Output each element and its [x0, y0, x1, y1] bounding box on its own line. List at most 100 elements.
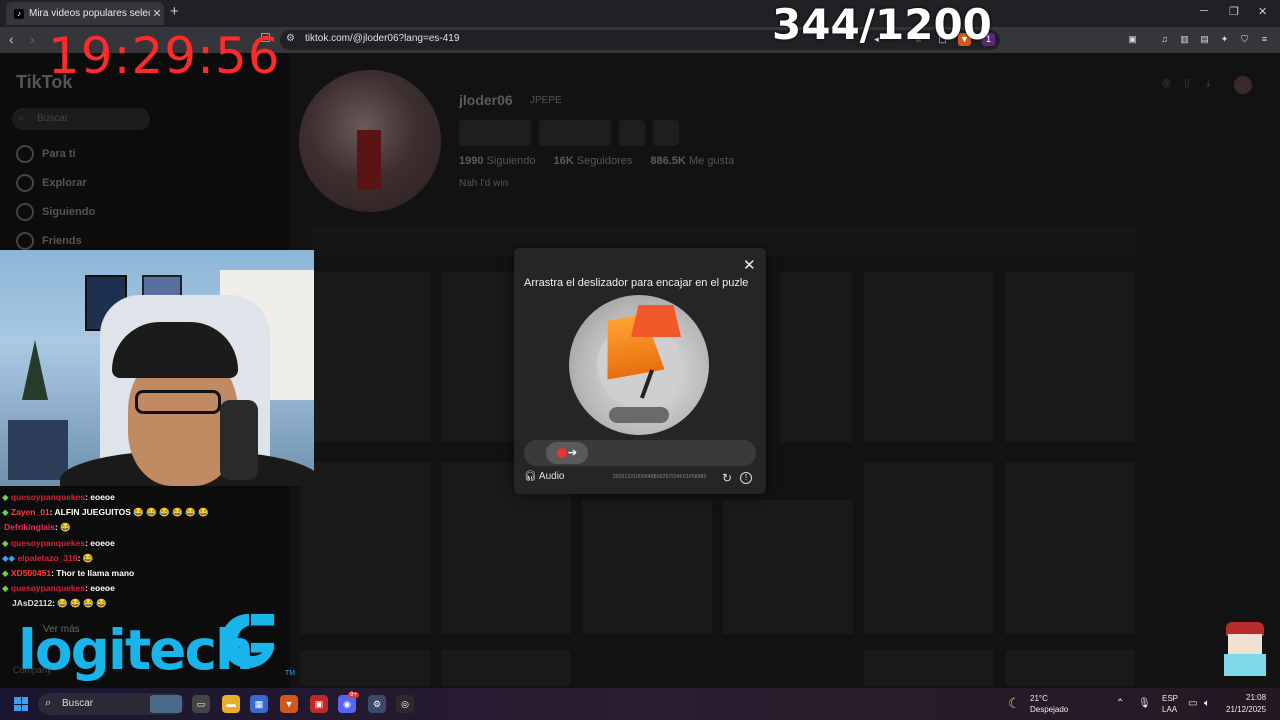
- nav-item-para-ti[interactable]: Para ti: [16, 145, 76, 163]
- wallet-icon[interactable]: ▤: [1198, 33, 1211, 46]
- windows-start-icon[interactable]: [14, 697, 28, 711]
- coins-icon[interactable]: ◎: [1162, 78, 1171, 89]
- chat-emotes: 😂: [60, 522, 71, 533]
- glasses: [135, 390, 221, 414]
- chat-user: quesoypanquekes: [10, 492, 86, 502]
- profile-avatar[interactable]: [299, 70, 441, 212]
- chat-user: quesoypanquekes: [10, 537, 86, 548]
- close-window-icon[interactable]: ✕: [1258, 5, 1267, 18]
- taskbar-time[interactable]: 21:08: [1246, 693, 1266, 702]
- video-thumbnail[interactable]: [864, 272, 994, 442]
- obs-app-icon[interactable]: ▣: [310, 695, 328, 713]
- discord-badge: 9+: [348, 692, 359, 698]
- file-explorer-icon[interactable]: ▬: [222, 695, 240, 713]
- video-thumbnail[interactable]: [582, 500, 712, 634]
- close-tab-icon[interactable]: ✕: [150, 7, 164, 20]
- site-info-icon[interactable]: ⚙: [286, 33, 295, 44]
- refresh-icon[interactable]: ↻: [722, 471, 732, 485]
- chat-user: elpaletazo_318: [17, 552, 78, 563]
- video-thumbnail[interactable]: [441, 650, 571, 686]
- brave-icon[interactable]: ▼: [280, 695, 298, 713]
- followers-stat[interactable]: 16K Seguidores: [553, 155, 632, 167]
- chat-message: : ALFIN JUEGUITOS: [49, 507, 131, 518]
- video-thumbnail[interactable]: [1005, 272, 1135, 442]
- keyboard-layout[interactable]: LAA: [1162, 705, 1177, 714]
- chat-line: ◆ quesoypanquekes: eoeoe: [0, 536, 300, 551]
- maximize-icon[interactable]: ❐: [1229, 5, 1239, 18]
- diamond-icon: ◆: [2, 492, 11, 502]
- following-icon: [16, 203, 34, 221]
- video-thumbnail[interactable]: [780, 272, 852, 442]
- input-language[interactable]: ESP: [1162, 694, 1178, 703]
- microphone-icon[interactable]: 🎙︎: [1138, 698, 1151, 709]
- user-avatar[interactable]: [1234, 76, 1252, 94]
- back-icon[interactable]: ‹: [9, 31, 14, 47]
- arrow-right-icon: ➔: [567, 447, 578, 459]
- vpn-icon[interactable]: ⛉: [1238, 33, 1251, 46]
- video-thumbnail[interactable]: [300, 272, 430, 442]
- stream-counter: 344/1200: [772, 0, 992, 49]
- profile-nickname: JPEPE: [530, 95, 562, 106]
- weather-temp[interactable]: 21°C: [1030, 694, 1048, 703]
- volume-icon[interactable]: 🔈︎: [1204, 698, 1210, 709]
- headphones-icon: 🎧︎: [524, 471, 539, 482]
- mascot-face: [1228, 634, 1262, 654]
- browser-tab[interactable]: ♪ Mira videos populares seleccion ✕: [6, 2, 164, 25]
- moon-icon[interactable]: ☾: [1008, 695, 1021, 712]
- store-icon[interactable]: ▦: [250, 695, 268, 713]
- new-tab-button[interactable]: +: [170, 3, 179, 20]
- message-button[interactable]: [539, 120, 611, 146]
- forward-icon[interactable]: ›: [30, 31, 35, 47]
- chat-message: :: [55, 522, 58, 533]
- close-icon[interactable]: ✕: [743, 256, 756, 274]
- video-thumbnail[interactable]: [1005, 462, 1135, 634]
- chevron-up-icon[interactable]: ⌃: [1116, 698, 1124, 709]
- video-thumbnail[interactable]: [300, 650, 430, 686]
- url-text[interactable]: tiktok.com/@jloder06?lang=es-419: [305, 33, 459, 44]
- video-thumbnail[interactable]: [864, 462, 994, 634]
- follow-button[interactable]: [459, 120, 531, 146]
- profile-stats: 1990 Siguiendo 16K Seguidores 886.5K Me …: [459, 155, 734, 167]
- settings-icon[interactable]: ⚙: [368, 695, 386, 713]
- company-label: Company: [13, 665, 52, 675]
- video-thumbnail[interactable]: [723, 500, 853, 634]
- captcha-slider-handle[interactable]: ➔: [546, 442, 588, 464]
- weather-condition[interactable]: Despejado: [1030, 705, 1068, 714]
- share-profile-button[interactable]: [653, 120, 679, 146]
- following-stat[interactable]: 1990 Siguiendo: [459, 155, 535, 167]
- nav-item-explorar[interactable]: Explorar: [16, 174, 87, 192]
- chat-line: Defrikinglais: 😂: [0, 520, 300, 535]
- following-label: Siguiendo: [486, 155, 536, 167]
- download-icon[interactable]: ⤓: [1206, 78, 1210, 89]
- trademark: TM: [285, 670, 296, 677]
- likes-count: 886.5K: [650, 155, 686, 167]
- badge-icon: ◆◆: [2, 552, 18, 563]
- network-icon[interactable]: ▭: [1188, 698, 1197, 709]
- nav-item-siguiendo[interactable]: Siguiendo: [16, 203, 95, 221]
- leo-ai-icon[interactable]: ✦: [1218, 33, 1231, 46]
- obs-studio-icon[interactable]: ◎: [396, 695, 414, 713]
- chat-message: : eoeoe: [85, 583, 115, 594]
- record-dot-icon: [556, 448, 567, 459]
- taskbar-date[interactable]: 21/12/2025: [1226, 705, 1266, 714]
- search-placeholder: Buscar: [37, 113, 69, 124]
- info-icon[interactable]: !: [740, 472, 752, 484]
- sidebar-icon[interactable]: ▥: [1178, 33, 1191, 46]
- task-view-icon[interactable]: ▭: [192, 695, 210, 713]
- screenshot-icon[interactable]: ▣: [1126, 33, 1139, 46]
- video-thumbnail[interactable]: [1005, 650, 1135, 686]
- music-icon[interactable]: ♫: [1158, 33, 1171, 46]
- video-thumbnail[interactable]: [300, 462, 430, 634]
- minimize-icon[interactable]: ─: [1200, 5, 1208, 17]
- add-friend-button[interactable]: [619, 120, 645, 146]
- search-icon: ⌕: [45, 697, 52, 709]
- menu-icon[interactable]: ≡: [1258, 33, 1271, 46]
- phone-icon[interactable]: ▯: [1184, 78, 1190, 89]
- nav-label: Friends: [42, 235, 82, 247]
- tiktok-search-input[interactable]: [12, 108, 150, 130]
- stream-clock: 19:29:56: [48, 27, 281, 85]
- video-thumbnail[interactable]: [864, 650, 994, 686]
- audio-button[interactable]: 🎧︎ Audio: [524, 471, 565, 482]
- captcha-puzzle-image: [569, 295, 709, 435]
- nav-item-friends[interactable]: Friends: [16, 232, 82, 250]
